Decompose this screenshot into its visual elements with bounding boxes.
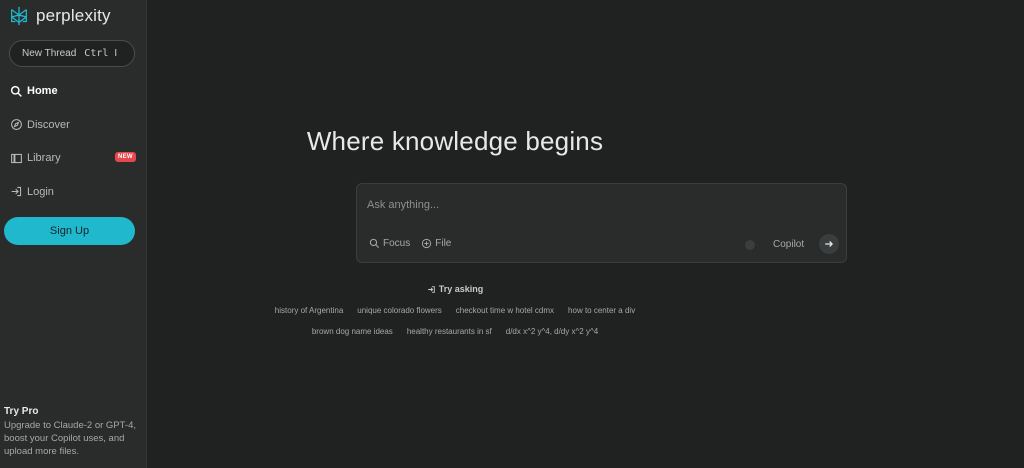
new-thread-button[interactable]: New Thread Ctrl I [9, 40, 135, 67]
new-thread-label: New Thread [22, 48, 77, 59]
shortcut-ctrl: Ctrl [84, 48, 109, 59]
ask-input[interactable] [367, 196, 827, 214]
sign-up-button[interactable]: Sign Up [4, 217, 135, 245]
try-asking-label: Try asking [438, 284, 484, 294]
shortcut-key: I [114, 48, 118, 59]
suggestion-item[interactable]: brown dog name ideas [312, 327, 393, 336]
try-pro-description: Upgrade to Claude-2 or GPT-4, boost your… [4, 420, 137, 457]
suggestions-row-2: brown dog name ideas healthy restaurants… [147, 327, 1024, 336]
login-icon [11, 186, 22, 197]
sidebar-item-label: Login [27, 185, 54, 198]
perplexity-logo-icon [11, 6, 27, 26]
sidebar-item-home[interactable]: Home [10, 80, 140, 102]
logo-text: perplexity [36, 6, 111, 25]
search-icon [10, 85, 22, 97]
try-pro-promo[interactable]: Try Pro Upgrade to Claude-2 or GPT-4, bo… [4, 406, 142, 458]
add-file-icon [422, 238, 432, 249]
focus-label: Focus [383, 238, 411, 249]
page-title-container: Where knowledge begins [147, 126, 1024, 157]
copilot-toggle[interactable] [745, 240, 755, 250]
sidebar: perplexity New Thread Ctrl I Home Discov… [0, 0, 147, 468]
suggestions-row-1-inner: history of Argentina unique colorado flo… [268, 306, 642, 315]
search-icon [369, 238, 380, 249]
file-label: File [435, 238, 452, 249]
app-window: perplexity New Thread Ctrl I Home Discov… [0, 0, 1024, 468]
ask-tools: Focus File [369, 238, 462, 249]
suggestion-item[interactable]: how to center a div [568, 306, 635, 315]
page-title: Where knowledge begins [306, 126, 604, 156]
suggestions-row-2-inner: brown dog name ideas healthy restaurants… [305, 327, 605, 336]
suggestion-item[interactable]: healthy restaurants in sf [407, 327, 492, 336]
arrow-right-icon [825, 241, 834, 247]
submit-button[interactable] [819, 234, 839, 254]
ask-box: Focus File Copilot [356, 183, 847, 263]
file-button[interactable]: File [421, 238, 451, 249]
logo[interactable]: perplexity [8, 4, 111, 28]
try-asking-inner: Try asking [427, 284, 484, 294]
copilot-label: Copilot [773, 239, 805, 250]
suggestions-row-1: history of Argentina unique colorado flo… [147, 306, 1024, 315]
suggestion-item[interactable]: d/dx x^2 y^4, d/dy x^2 y^4 [506, 327, 598, 336]
suggestion-item[interactable]: unique colorado flowers [357, 306, 442, 315]
focus-button[interactable]: Focus [369, 238, 410, 249]
try-asking-icon [427, 285, 435, 293]
try-asking-header: Try asking [147, 284, 1024, 296]
suggestion-item[interactable]: checkout time w hotel cdmx [456, 306, 554, 315]
sidebar-item-login[interactable]: Login [10, 181, 140, 203]
suggestion-item[interactable]: history of Argentina [275, 306, 343, 315]
sidebar-item-label: Home [27, 85, 58, 97]
try-pro-title: Try Pro [4, 406, 39, 417]
